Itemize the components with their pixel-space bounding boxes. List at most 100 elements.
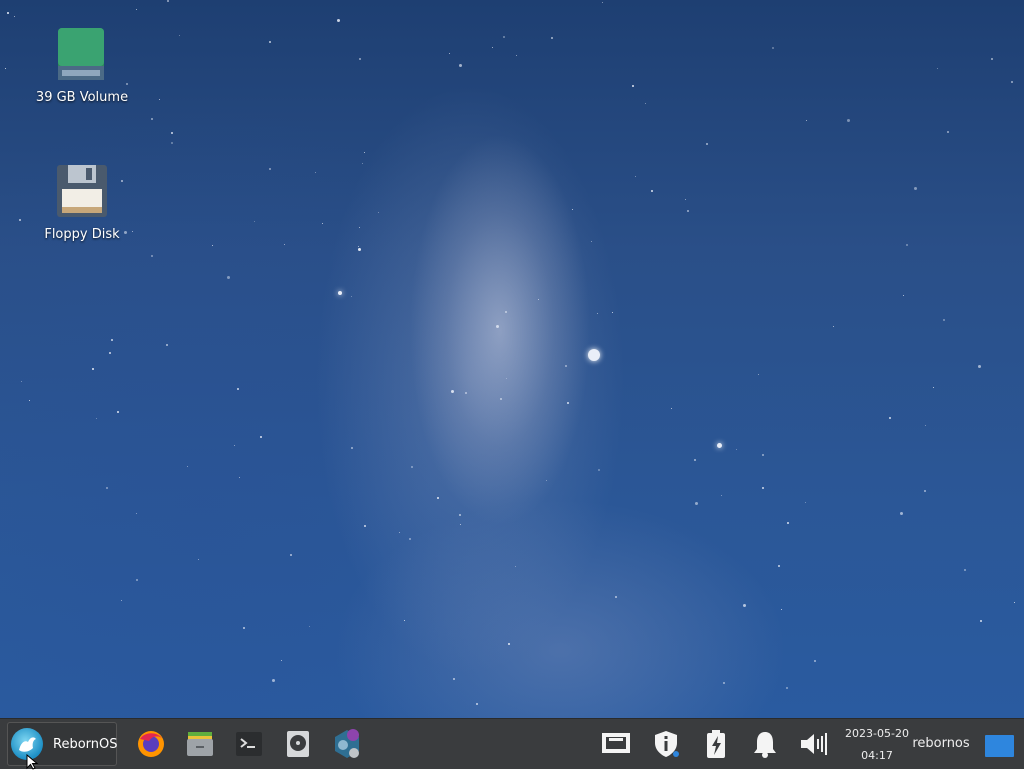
star [159,99,160,100]
star [565,365,567,367]
desktop-icon-label: 39 GB Volume [35,90,129,105]
star [762,487,764,489]
star [903,295,904,296]
star [151,118,153,120]
star [254,221,255,222]
star [787,522,789,524]
star [632,85,634,87]
rebornos-tool-icon [335,729,359,758]
star [132,231,133,232]
network-tray[interactable] [598,719,634,769]
star [315,172,316,173]
power-tray[interactable] [698,719,734,769]
star [943,319,945,321]
star [723,682,725,684]
star [503,36,505,38]
disk-utility-launcher[interactable] [281,727,315,761]
star [437,497,439,499]
star [7,12,9,14]
star [506,378,507,379]
star [602,2,603,3]
star [598,469,600,471]
star [694,459,696,461]
star [92,368,94,370]
star [21,381,22,382]
star [243,627,245,629]
star [239,477,240,478]
terminal-launcher[interactable] [232,727,266,761]
show-desktop-button[interactable] [985,735,1014,757]
star [269,41,271,43]
star [409,538,411,540]
star [597,313,598,314]
drive-icon [54,26,110,86]
star [937,68,938,69]
star [947,131,949,133]
star [736,449,737,450]
network-icon [602,733,630,753]
star [476,703,478,705]
star [695,502,698,505]
bright-star [588,349,600,361]
star [136,579,138,581]
star [721,495,722,496]
star [889,417,891,419]
star [284,244,285,245]
desktop-icon-39gb-volume[interactable]: 39 GB Volume [32,26,132,105]
desktop-wallpaper: 39 GB Volume Floppy Disk [0,0,1024,718]
star [900,512,903,515]
star [171,142,173,144]
star [551,37,553,39]
star [978,365,981,368]
desktop-icon-label: Floppy Disk [44,227,120,242]
firefox-icon [138,731,164,757]
star [378,212,379,213]
star [762,454,764,456]
firefox-launcher[interactable] [134,727,168,761]
file-manager-launcher[interactable] [183,727,217,761]
star [451,390,454,393]
star [591,241,592,242]
star [269,168,271,170]
star [805,502,806,503]
star [109,352,111,354]
star [5,68,6,69]
security-tray[interactable] [648,719,684,769]
start-menu-label: RebornOS [53,736,118,752]
star [14,16,15,17]
bright-star [338,291,342,295]
star [914,187,917,190]
star [615,596,617,598]
star [772,47,774,49]
star [179,35,180,36]
star [685,199,686,200]
notifications-tray[interactable] [747,719,783,769]
star [290,554,292,556]
rebornos-tool-launcher[interactable] [330,727,364,761]
star [460,524,461,525]
star [359,58,361,60]
start-menu-button[interactable]: RebornOS [7,722,118,766]
star [166,344,168,346]
power-icon [707,730,725,758]
star [351,296,352,297]
clock[interactable]: 2023-05-20 04:17 [842,723,912,767]
floppy-disk-icon [54,163,110,223]
star [833,326,834,327]
star [906,244,908,246]
star [515,566,516,567]
star [136,9,137,10]
star [492,47,493,48]
user-menu[interactable]: rebornos [912,719,970,769]
star [362,163,363,164]
star [212,245,213,246]
volume-tray[interactable] [797,719,833,769]
star [1014,602,1015,603]
star [651,190,653,192]
star [364,152,365,153]
desktop-icon-floppy-disk[interactable]: Floppy Disk [32,163,132,242]
volume-icon [801,733,827,755]
star [364,525,366,527]
star [171,132,173,134]
star [151,255,153,257]
